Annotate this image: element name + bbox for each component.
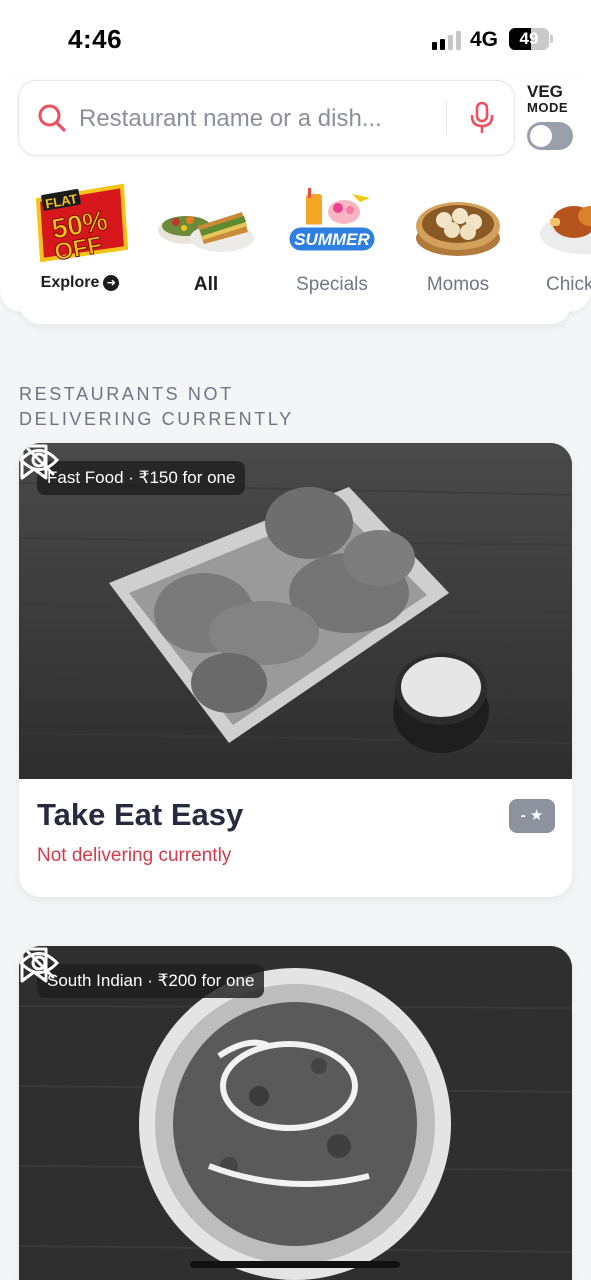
veg-mode-label-top: VEG [527, 82, 563, 101]
restaurant-image: South Indian · ₹200 for one [19, 946, 572, 1280]
chicken-plate-icon [534, 182, 591, 266]
battery-icon: 49 [509, 28, 549, 50]
search-placeholder: Restaurant name or a dish... [79, 105, 382, 132]
veg-mode-toggle[interactable]: VEG MODE [527, 82, 575, 150]
category-label-explore: Explore [40, 274, 100, 291]
delivery-status: Not delivering currently [37, 845, 232, 866]
hide-eye-icon[interactable] [19, 946, 59, 980]
category-all[interactable]: All [150, 182, 262, 296]
restaurant-tag: South Indian · ₹200 for one [37, 964, 265, 998]
search-divider [446, 101, 447, 135]
network-label: 4G [470, 28, 499, 51]
status-time: 4:46 [68, 24, 123, 54]
signal-icon [432, 31, 461, 50]
microphone-icon[interactable] [469, 101, 495, 135]
category-label-momos: Momos [426, 274, 490, 295]
category-carousel[interactable]: FLAT 50% OFF Explore ➜ All SUMMER Specia… [0, 182, 591, 312]
search-input[interactable]: Restaurant name or a dish... [18, 80, 515, 156]
section-heading: RESTAURANTS NOT DELIVERING CURRENTLY [19, 384, 294, 429]
restaurant-name: Take Eat Easy [37, 797, 244, 832]
hide-eye-icon[interactable] [19, 443, 59, 477]
restaurant-image: Fast Food · ₹150 for one [19, 443, 572, 779]
battery-percent: 49 [519, 29, 539, 48]
category-momos[interactable]: Momos [402, 182, 514, 296]
svg-text:SUMMER: SUMMER [294, 230, 370, 249]
restaurant-tag: Fast Food · ₹150 for one [37, 461, 246, 495]
sandwich-platter-icon [156, 182, 256, 266]
flat-50-off-icon: FLAT 50% OFF [30, 182, 130, 267]
arrow-right-icon: ➜ [103, 275, 120, 291]
category-label-specials: Specials [296, 274, 368, 295]
category-label-chicken: Chick [546, 274, 591, 295]
search-icon [38, 104, 66, 132]
category-explore[interactable]: FLAT 50% OFF Explore ➜ [24, 182, 136, 292]
restaurant-card[interactable]: Fast Food · ₹150 for one Take Eat Easy N… [19, 443, 572, 897]
momos-basket-icon [408, 182, 508, 266]
category-chicken[interactable]: Chick [528, 182, 591, 296]
status-bar: 4:46 4G 49 [0, 0, 591, 78]
battery-tip [550, 35, 553, 43]
category-label-all: All [193, 274, 219, 295]
home-indicator [190, 1261, 400, 1268]
rating-badge: - ★ [509, 799, 555, 833]
veg-mode-switch[interactable] [527, 122, 573, 150]
restaurant-info: Take Eat Easy Not delivering currently -… [19, 779, 572, 897]
category-specials[interactable]: SUMMER Specials [276, 182, 388, 296]
veg-mode-label-bottom: MODE [527, 100, 568, 115]
header: Restaurant name or a dish... VEG MODE FL… [0, 78, 591, 312]
previous-card-bottom [20, 300, 571, 324]
summer-drinks-icon: SUMMER [282, 182, 382, 266]
restaurant-card[interactable]: South Indian · ₹200 for one [19, 946, 572, 1280]
